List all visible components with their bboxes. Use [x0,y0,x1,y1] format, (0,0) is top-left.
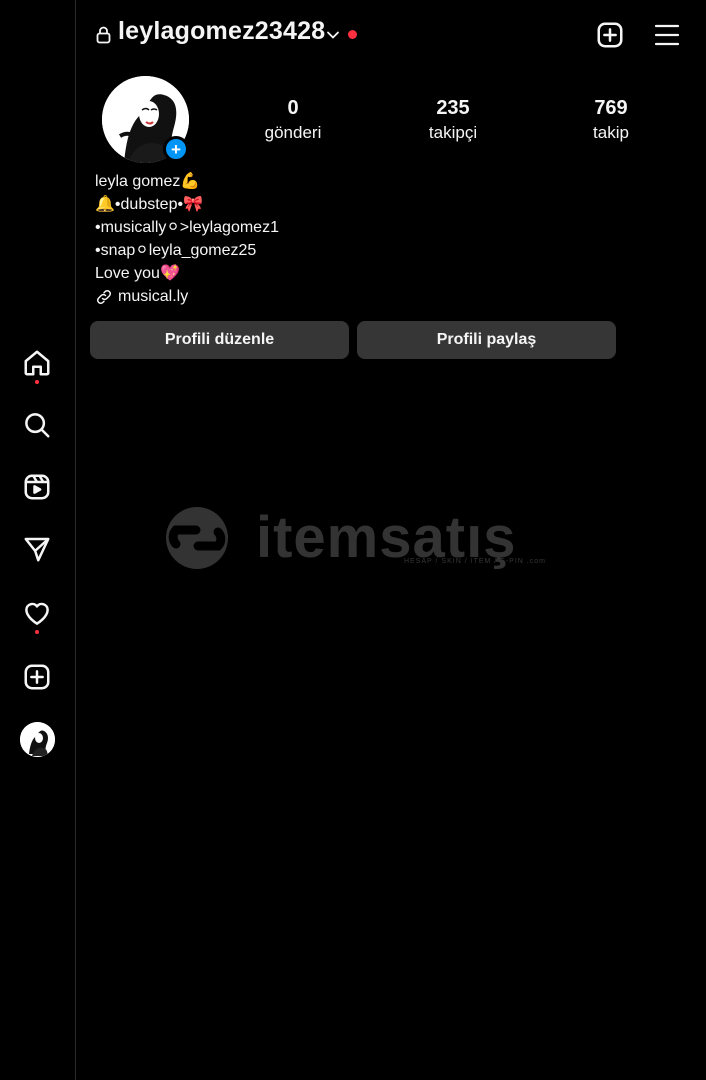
activity-notification-dot [35,630,39,634]
bio-link[interactable]: musical.ly [95,285,615,308]
share-profile-button[interactable]: Profili paylaş [357,321,616,359]
bio-line: •snap⚪leyla_gomez25 [95,242,257,259]
search-icon [25,413,50,438]
direct-icon [24,537,50,562]
stat-value: 0 [287,97,299,119]
add-story-badge[interactable]: + [163,136,189,162]
stat-followers[interactable]: 235 takipçi [398,95,508,145]
stat-value: 769 [594,97,628,119]
link-icon [96,289,112,304]
profile-username[interactable]: leylagomez23428 [118,17,325,46]
lock-icon [96,26,111,44]
bio-line: 🔔•dubstep•🎀 [95,196,203,213]
edit-profile-button[interactable]: Profili düzenle [90,321,349,359]
nav-direct[interactable] [18,530,56,568]
bio-line: leyla gomez💪 [95,173,201,190]
menu-icon[interactable] [653,22,681,48]
nav-reels[interactable] [18,468,56,506]
nav-profile-avatar[interactable] [20,722,55,757]
watermark-subtext: HESAP / SKIN / ITEM / E-PIN .com [404,558,546,565]
sidebar-nav [0,0,76,1080]
stat-following[interactable]: 769 takip [556,95,666,145]
home-notification-dot [35,380,39,384]
stat-label: takip [593,123,629,142]
plus-icon: + [171,139,181,159]
avatar-illustration-icon [20,722,55,757]
nav-home[interactable] [18,344,56,384]
reels-icon [24,474,50,500]
create-icon [24,664,50,690]
heart-icon [25,602,49,625]
nav-create[interactable] [18,658,56,696]
watermark-logo-icon [166,507,228,569]
bio-line: •musically⚪>leylagomez1 [95,219,279,236]
bio-line: Love you💖 [95,265,180,282]
stat-posts[interactable]: 0 gönderi [238,95,348,145]
profile-header: leylagomez23428 [76,0,706,72]
stat-label: gönderi [264,123,322,142]
watermark: itemsatış HESAP / SKIN / ITEM / E-PIN .c… [148,505,568,576]
nav-activity[interactable] [18,594,56,634]
chevron-down-icon[interactable] [326,28,340,42]
stat-label: takipçi [428,123,478,142]
home-icon [24,350,50,376]
nav-search[interactable] [18,406,56,444]
profile-bio: leyla gomez💪 🔔•dubstep•🎀 •musically⚪>ley… [95,170,615,308]
account-notification-dot [348,30,357,39]
stat-value: 235 [436,97,470,119]
bio-link-text: musical.ly [118,288,189,305]
new-post-icon[interactable] [595,20,625,50]
